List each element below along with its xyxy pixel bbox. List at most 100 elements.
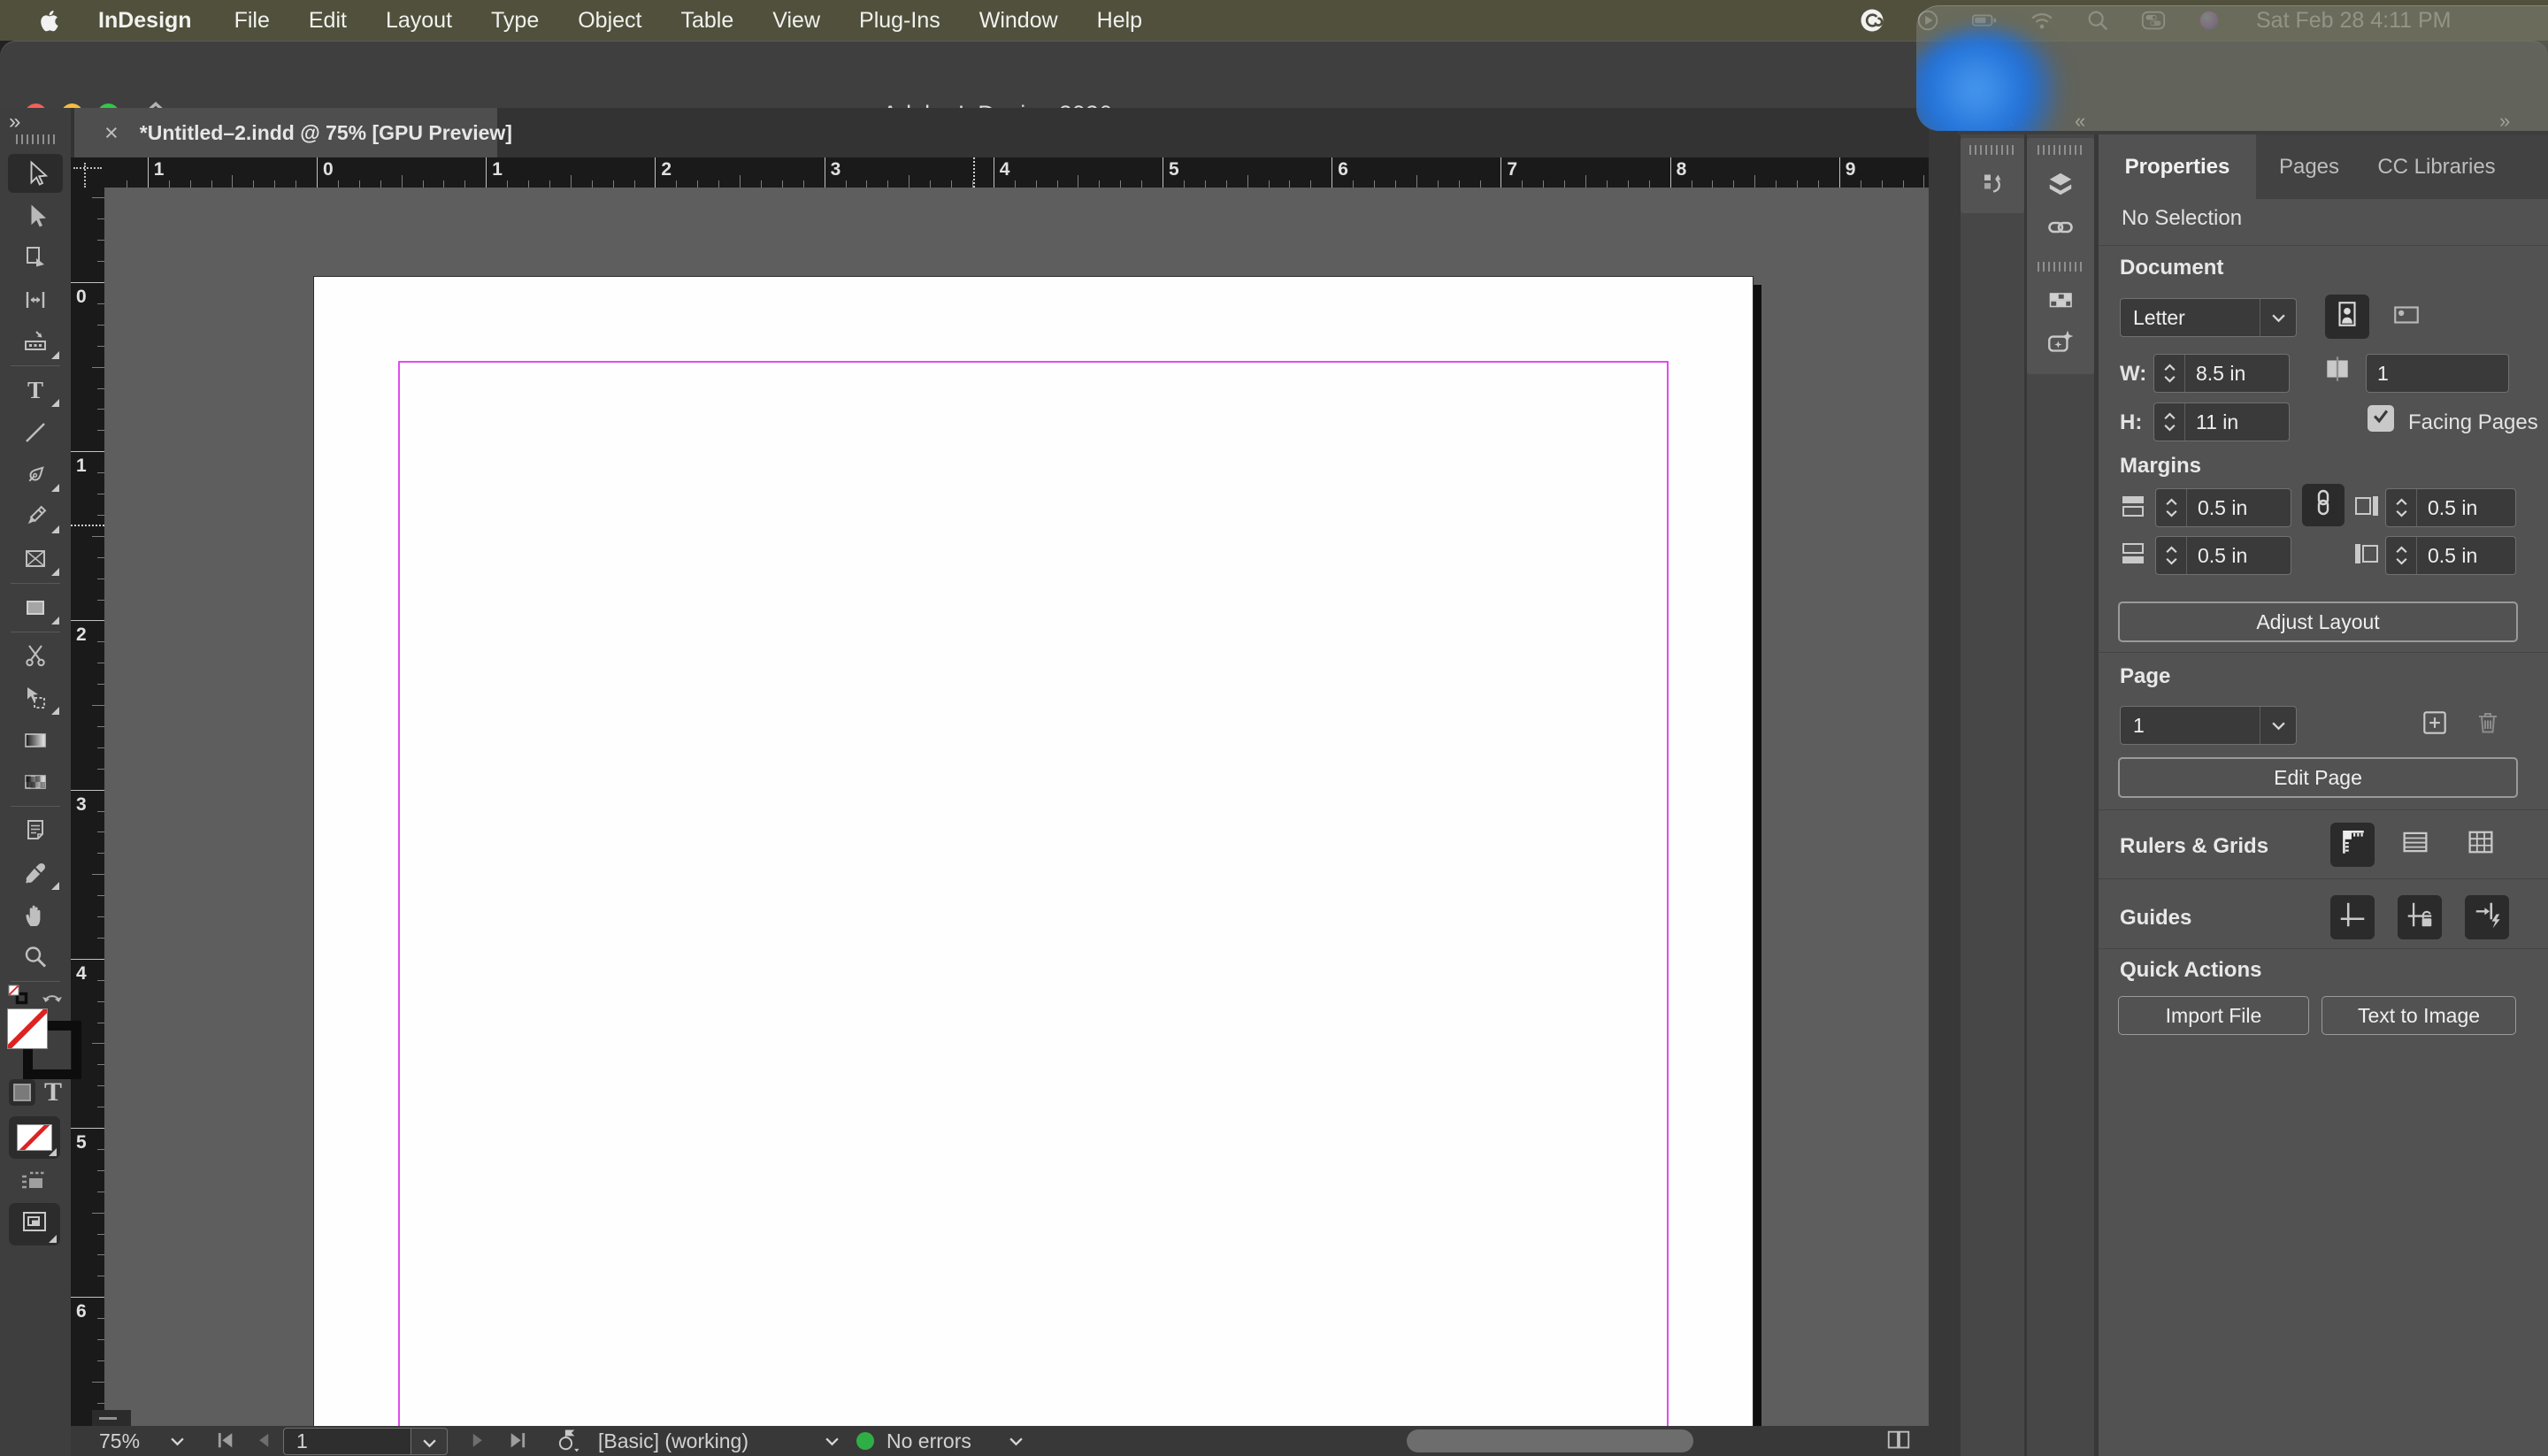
zoom-level-dropdown-icon[interactable] — [170, 1426, 185, 1456]
page-size-select[interactable]: Letter — [2120, 298, 2297, 337]
fill-swatch[interactable] — [7, 1008, 48, 1049]
free-transform-tool[interactable] — [0, 677, 71, 719]
swap-fill-stroke-icon[interactable] — [41, 985, 64, 1009]
inside-margin-field[interactable]: 0.5 in — [2385, 536, 2516, 575]
default-fill-stroke-icon[interactable] — [7, 984, 28, 1010]
portrait-orientation-button[interactable] — [2325, 295, 2369, 339]
text-to-image-button[interactable]: Text to Image — [2322, 996, 2516, 1035]
outside-margin-stepper[interactable] — [2386, 489, 2417, 526]
links-panel-icon[interactable] — [2027, 213, 2094, 241]
apply-color-button[interactable] — [9, 1116, 60, 1159]
show-guides-button[interactable] — [2330, 895, 2375, 939]
page-number-dropdown-icon[interactable] — [411, 1428, 448, 1455]
menu-view[interactable]: View — [772, 8, 820, 34]
tools-panel-grip[interactable] — [16, 134, 55, 144]
page-tool[interactable] — [0, 236, 71, 279]
formatting-affects-container-button[interactable] — [9, 1079, 35, 1106]
top-margin-stepper[interactable] — [2156, 489, 2187, 526]
text-to-image-panel-icon[interactable] — [2027, 328, 2094, 358]
tab-properties[interactable]: Properties — [2099, 134, 2256, 199]
pen-tool[interactable] — [0, 454, 71, 496]
edit-page-button[interactable]: Edit Page — [2118, 757, 2518, 798]
panel-group-grip[interactable] — [1969, 145, 2015, 155]
width-stepper[interactable] — [2154, 355, 2185, 392]
inside-margin-stepper[interactable] — [2386, 537, 2417, 574]
swatches-panel-icon[interactable] — [2027, 286, 2094, 314]
panel-group-grip[interactable] — [2038, 145, 2084, 155]
line-tool[interactable] — [0, 411, 71, 454]
link-margins-button[interactable] — [2302, 484, 2345, 526]
content-collector-tool[interactable] — [0, 321, 71, 364]
adjust-layout-button[interactable]: Adjust Layout — [2118, 602, 2518, 642]
tab-pages[interactable]: Pages — [2263, 134, 2355, 199]
menu-plug-ins[interactable]: Plug-Ins — [859, 8, 940, 34]
hand-tool[interactable] — [0, 894, 71, 937]
first-page-button[interactable] — [214, 1426, 237, 1456]
vertical-ruler[interactable]: 0123456 — [71, 188, 104, 1426]
type-tool[interactable]: T — [0, 369, 71, 411]
rectangle-tool[interactable] — [0, 586, 71, 629]
preflight-icon[interactable] — [556, 1426, 582, 1456]
selection-tool[interactable] — [0, 152, 71, 195]
close-tab-icon[interactable]: × — [104, 121, 119, 145]
zoom-level-value[interactable]: 75% — [99, 1426, 140, 1456]
current-page-select[interactable]: 1 — [2120, 706, 2297, 745]
document-grid-toggle-button[interactable] — [2463, 828, 2498, 862]
bottom-margin-field[interactable]: 0.5 in — [2155, 536, 2291, 575]
menu-window[interactable]: Window — [979, 8, 1058, 34]
menu-object[interactable]: Object — [578, 8, 641, 34]
pencil-tool[interactable] — [0, 496, 71, 539]
previous-page-button[interactable] — [253, 1426, 274, 1456]
formatting-affects-text-button[interactable]: T — [44, 1077, 62, 1107]
document-page[interactable] — [313, 276, 1754, 1426]
menu-indesign[interactable]: InDesign — [98, 8, 192, 34]
next-page-button[interactable] — [467, 1426, 488, 1456]
panel-group-grip[interactable] — [2038, 262, 2084, 272]
spread-view-icon[interactable] — [1883, 1426, 1915, 1456]
delete-page-button[interactable] — [2472, 709, 2504, 741]
document-tab[interactable]: × *Untitled–2.indd @ 75% [GPU Preview] — [74, 108, 497, 157]
direct-selection-tool[interactable] — [0, 195, 71, 237]
scissors-tool[interactable] — [0, 635, 71, 678]
pages-count-field[interactable]: 1 — [2366, 354, 2509, 393]
note-tool[interactable] — [0, 809, 71, 852]
view-options-icon[interactable] — [19, 1169, 46, 1198]
ruler-origin-corner[interactable] — [71, 157, 104, 188]
last-page-button[interactable] — [506, 1426, 529, 1456]
tab-cc-libraries[interactable]: CC Libraries — [2360, 134, 2513, 199]
width-field[interactable]: 8.5 in — [2153, 354, 2290, 393]
error-status-dropdown-icon[interactable] — [1009, 1426, 1024, 1456]
top-margin-field[interactable]: 0.5 in — [2155, 488, 2291, 527]
outside-margin-field[interactable]: 0.5 in — [2385, 488, 2516, 527]
bottom-margin-stepper[interactable] — [2156, 537, 2187, 574]
layers-panel-icon[interactable] — [2027, 169, 2094, 199]
menu-layout[interactable]: Layout — [386, 8, 452, 34]
facing-pages-checkbox[interactable] — [2368, 405, 2394, 432]
tools-panel-expand-icon[interactable]: » — [9, 110, 22, 134]
apple-menu-icon[interactable] — [39, 9, 59, 33]
gap-tool[interactable] — [0, 279, 71, 321]
landscape-orientation-button[interactable] — [2387, 300, 2426, 335]
gradient-swatch-tool[interactable] — [0, 719, 71, 762]
preflight-profile-value[interactable]: [Basic] (working) — [598, 1426, 748, 1456]
lock-guides-button[interactable] — [2398, 895, 2442, 939]
preflight-profile-dropdown-icon[interactable] — [825, 1426, 840, 1456]
menu-help[interactable]: Help — [1097, 8, 1142, 34]
creative-cloud-icon[interactable] — [1858, 6, 1886, 34]
height-stepper[interactable] — [2154, 403, 2185, 441]
horizontal-ruler[interactable]: 10123456789 — [71, 157, 1929, 188]
history-panel-icon[interactable] — [1961, 169, 2024, 197]
document-canvas[interactable] — [104, 188, 1929, 1426]
add-page-button[interactable] — [2419, 709, 2451, 741]
menu-type[interactable]: Type — [491, 8, 539, 34]
menu-edit[interactable]: Edit — [309, 8, 347, 34]
rulers-toggle-button[interactable] — [2330, 823, 2375, 867]
height-field[interactable]: 11 in — [2153, 402, 2290, 441]
menu-table[interactable]: Table — [681, 8, 734, 34]
error-status-text[interactable]: No errors — [886, 1426, 971, 1456]
menu-file[interactable]: File — [234, 8, 270, 34]
frame-tool[interactable] — [0, 538, 71, 580]
smart-guides-button[interactable] — [2465, 895, 2509, 939]
zoom-tool[interactable] — [0, 936, 71, 978]
gradient-feather-tool[interactable] — [0, 762, 71, 804]
